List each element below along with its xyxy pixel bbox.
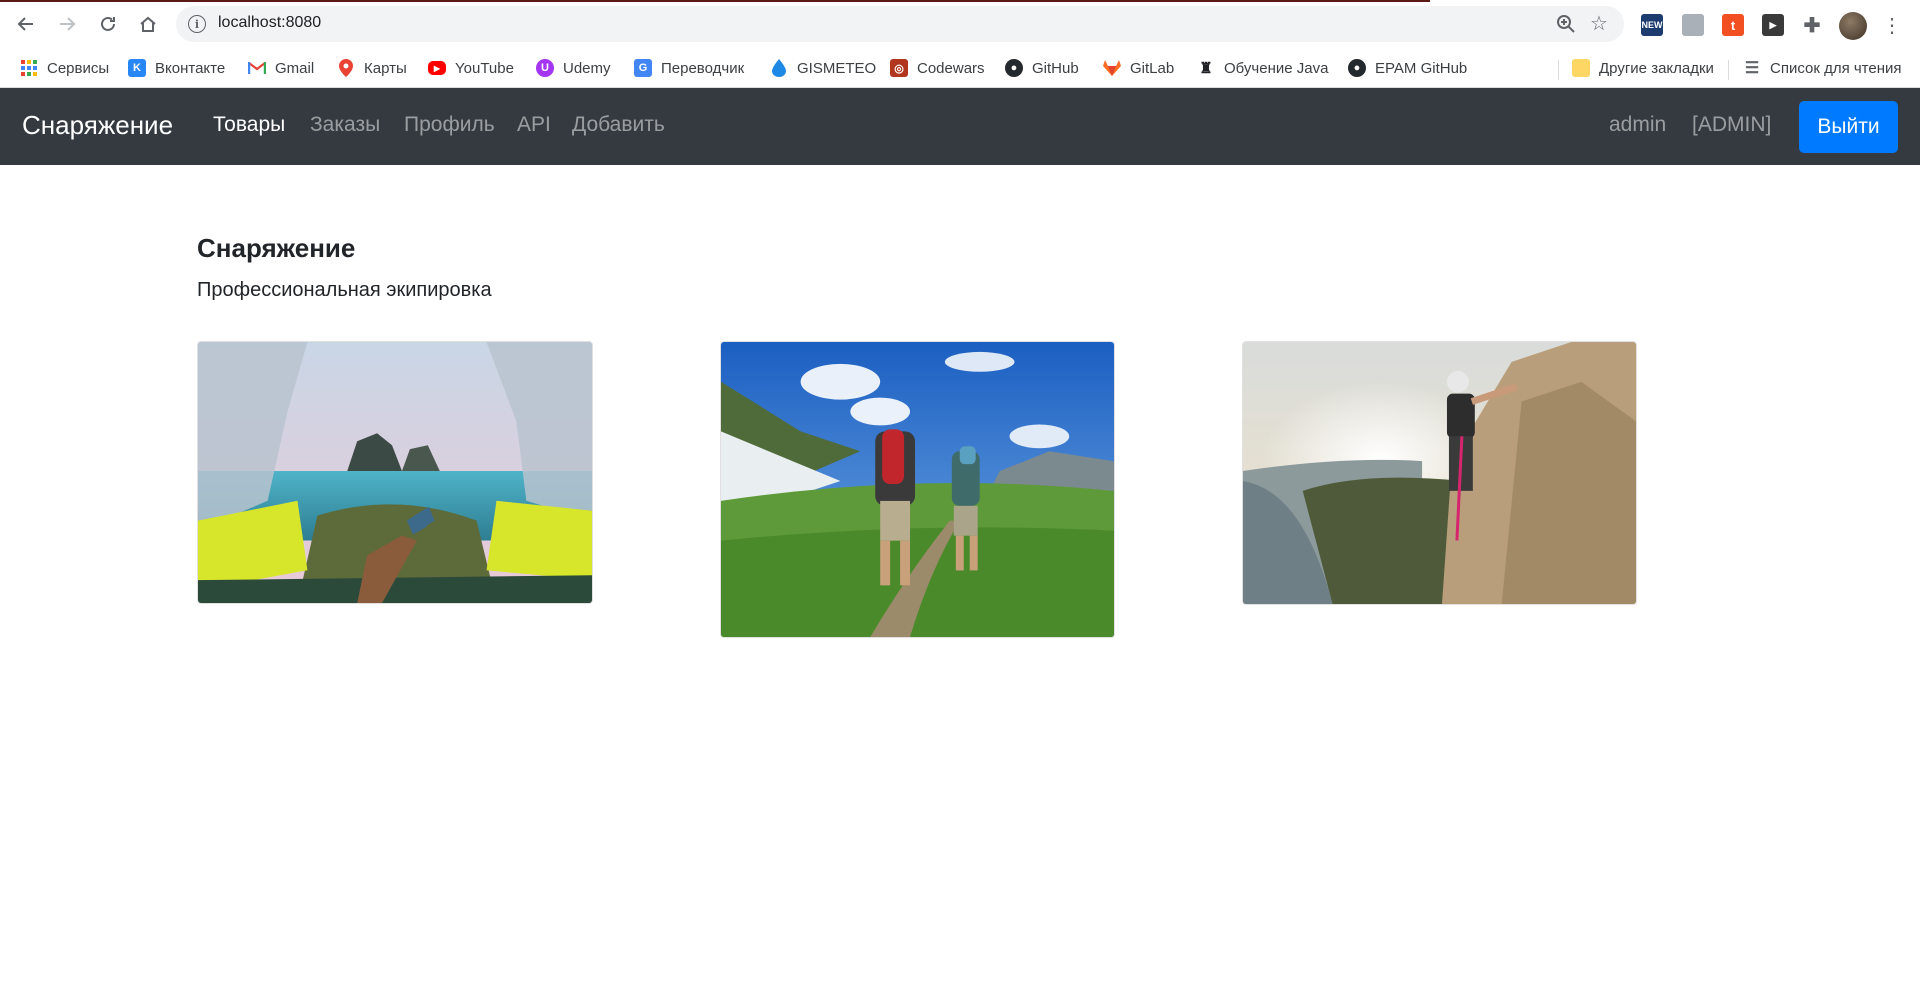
hikers-image[interactable] <box>720 341 1115 638</box>
t-extension-icon[interactable]: t <box>1722 14 1744 36</box>
bookmark-codewars[interactable]: ◎ Codewars <box>890 56 985 80</box>
bookmark-label: GISMETEO <box>797 59 877 77</box>
bookmark-services[interactable]: Сервисы <box>20 56 109 80</box>
bookmark-label: Обучение Java <box>1224 59 1329 77</box>
bookmark-translate[interactable]: G Переводчик <box>634 56 744 80</box>
bookmark-gitlab[interactable]: GitLab <box>1103 56 1174 80</box>
vk-icon: K <box>128 59 146 77</box>
address-url: localhost:8080 <box>218 14 322 31</box>
bookmark-label: GitLab <box>1130 59 1175 77</box>
climber-image[interactable] <box>1242 341 1637 605</box>
bookmark-gismeteo[interactable]: GISMETEO <box>770 56 876 80</box>
bookmark-label: Codewars <box>917 59 985 77</box>
udemy-icon: U <box>536 59 554 77</box>
page-subtitle: Профессиональная экипировка <box>197 279 492 301</box>
reading-list-button[interactable]: ☰ Список для чтения <box>1743 56 1902 80</box>
nav-role-badge: [ADMIN] <box>1692 113 1772 136</box>
site-navbar: Снаряжение Товары Заказы Профиль API Доб… <box>0 88 1920 165</box>
codewars-icon: ◎ <box>890 59 908 77</box>
java-icon: ♜ <box>1199 60 1213 77</box>
other-bookmarks-label: Другие закладки <box>1599 59 1714 77</box>
bookmarks-bar: Сервисы K Вконтакте Gmail Карты ▶ YouTub… <box>0 52 1920 84</box>
reading-list-label: Список для чтения <box>1770 59 1902 77</box>
extensions-puzzle-icon[interactable]: ✚ <box>1801 14 1823 37</box>
bookmark-label: Переводчик <box>661 59 745 77</box>
folder-icon <box>1572 59 1590 77</box>
bookmark-label: Сервисы <box>47 59 110 77</box>
bookmark-label: YouTube <box>455 59 514 77</box>
gmail-icon <box>248 59 266 77</box>
back-arrow-icon[interactable] <box>10 8 42 40</box>
maps-pin-icon <box>337 59 355 77</box>
bookmark-gmail[interactable]: Gmail <box>248 56 314 80</box>
nav-link-add[interactable]: Добавить <box>572 113 665 137</box>
nav-link-products[interactable]: Товары <box>213 113 285 137</box>
other-bookmarks-folder[interactable]: Другие закладки <box>1572 56 1714 80</box>
bookmark-label: Gmail <box>275 59 315 77</box>
nav-link-profile[interactable]: Профиль <box>404 113 495 137</box>
browser-chrome: i localhost:8080 ☆ NEW t ▶ ✚ ⋮ Сервисы K… <box>0 0 1920 88</box>
gismeteo-drop-icon <box>770 59 788 77</box>
browser-toolbar: i localhost:8080 ☆ NEW t ▶ ✚ ⋮ <box>0 4 1920 44</box>
nav-username[interactable]: admin <box>1609 113 1666 137</box>
github-icon: ● <box>1005 59 1023 77</box>
github-icon: ● <box>1348 59 1366 77</box>
bookmark-label: Вконтакте <box>155 59 226 77</box>
logout-button[interactable]: Выйти <box>1799 101 1898 153</box>
zoom-icon[interactable] <box>1556 14 1576 34</box>
media-extension-icon[interactable]: ▶ <box>1762 14 1784 36</box>
nav-link-api[interactable]: API <box>517 113 551 137</box>
nav-link-orders[interactable]: Заказы <box>310 113 380 137</box>
apps-grid-icon <box>20 59 38 77</box>
bookmark-vk[interactable]: K Вконтакте <box>128 56 225 80</box>
youtube-icon: ▶ <box>428 61 446 75</box>
profile-avatar[interactable] <box>1839 12 1867 40</box>
bookmark-youtube[interactable]: ▶ YouTube <box>428 56 514 80</box>
profile-extension-icon[interactable] <box>1682 14 1704 36</box>
news-extension-icon[interactable]: NEW <box>1641 14 1663 36</box>
bookmark-label: Udemy <box>563 59 611 77</box>
tab-strip-edge <box>0 0 1430 2</box>
bookmark-label: EPAM GitHub <box>1375 59 1468 77</box>
forward-arrow-icon[interactable] <box>51 8 83 40</box>
bookmark-maps[interactable]: Карты <box>337 56 407 80</box>
address-bar[interactable]: i localhost:8080 ☆ <box>176 6 1624 42</box>
gitlab-icon <box>1103 59 1121 77</box>
bookmark-github[interactable]: ● GitHub <box>1005 56 1079 80</box>
page-title: Снаряжение <box>197 233 356 263</box>
browser-menu-icon[interactable]: ⋮ <box>1882 14 1902 38</box>
bookmarks-divider <box>1558 60 1559 80</box>
tent-view-image[interactable] <box>197 341 593 604</box>
bookmark-java[interactable]: ♜ Обучение Java <box>1197 56 1328 80</box>
translate-icon: G <box>634 59 652 77</box>
bookmark-epam-github[interactable]: ● EPAM GitHub <box>1348 56 1467 80</box>
bookmarks-divider <box>1728 60 1729 80</box>
bookmark-label: GitHub <box>1032 59 1079 77</box>
home-icon[interactable] <box>132 8 164 40</box>
site-info-icon[interactable]: i <box>188 15 206 33</box>
reading-list-icon: ☰ <box>1744 60 1760 77</box>
bookmark-star-icon[interactable]: ☆ <box>1588 13 1610 35</box>
bookmark-udemy[interactable]: U Udemy <box>536 56 611 80</box>
reload-icon[interactable] <box>92 8 124 40</box>
bookmark-label: Карты <box>364 59 407 77</box>
navbar-brand[interactable]: Снаряжение <box>22 110 173 141</box>
